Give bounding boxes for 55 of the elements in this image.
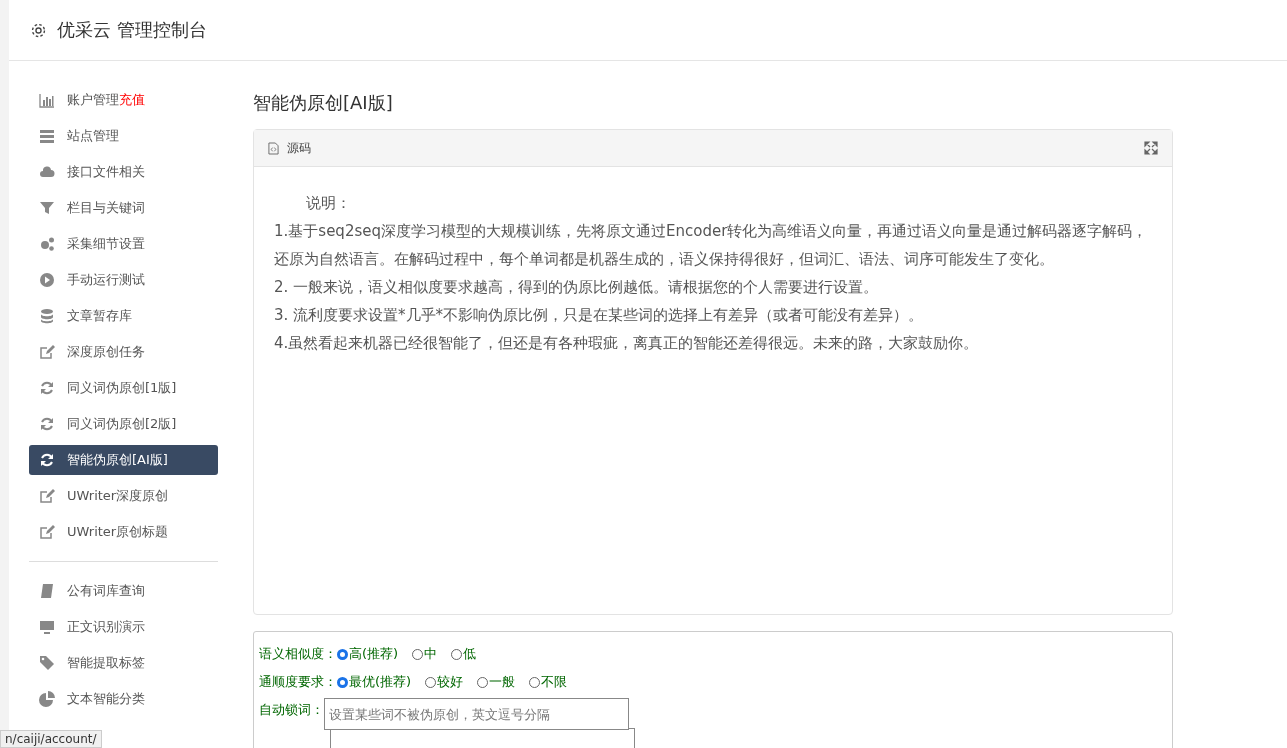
- sidebar-item[interactable]: 手动运行测试: [29, 265, 218, 295]
- description-paragraph: 4.虽然看起来机器已经很智能了，但还是有各种瑕疵，离真正的智能还差得很远。未来的路，大家鼓励你。: [274, 333, 980, 354]
- description-heading: 说明：: [305, 193, 352, 214]
- radio-option[interactable]: 中: [412, 645, 438, 663]
- monitor-icon: [39, 619, 55, 635]
- radio-option[interactable]: 一般: [477, 673, 516, 691]
- panel-title: 源码: [287, 139, 311, 157]
- sidebar-item[interactable]: 账户管理充值: [29, 85, 218, 115]
- option-label: 语义相似度：: [259, 645, 337, 663]
- sidebar-item[interactable]: 采集细节设置: [29, 229, 218, 259]
- sidebar-item[interactable]: 智能提取标签: [29, 648, 218, 678]
- edit-icon: [39, 524, 55, 540]
- refresh-icon: [39, 380, 55, 396]
- sidebar-item[interactable]: 文章暂存库: [29, 301, 218, 331]
- description-paragraph: 2. 一般来说，语义相似度要求越高，得到的伪原比例越低。请根据您的个人需要进行设置。: [274, 277, 880, 298]
- radio-option[interactable]: 较好: [425, 673, 464, 691]
- option-label: 通顺度要求：: [259, 673, 337, 691]
- expand-icon[interactable]: [1144, 141, 1158, 155]
- pie-icon: [39, 691, 55, 707]
- server-icon: [39, 128, 55, 144]
- sidebar-item[interactable]: UWriter深度原创: [29, 481, 218, 511]
- sidebar-item[interactable]: 接口文件相关: [29, 157, 218, 187]
- edit-icon: [39, 344, 55, 360]
- refresh-icon: [39, 416, 55, 432]
- sidebar-item[interactable]: 智能伪原创[AI版]: [29, 445, 218, 475]
- sidebar-item[interactable]: 同义词伪原创[2版]: [29, 409, 218, 439]
- chart-icon: [39, 92, 55, 108]
- sidebar-item[interactable]: 正文识别演示: [29, 612, 218, 642]
- sidebar-item[interactable]: 栏目与关键词: [29, 193, 218, 223]
- radio-option[interactable]: 低: [451, 645, 477, 663]
- radio-option[interactable]: 不限: [529, 673, 568, 691]
- filter-icon: [39, 200, 55, 216]
- database-icon: [39, 308, 55, 324]
- radio-option[interactable]: 高(推荐): [337, 645, 399, 663]
- sidebar-item[interactable]: 站点管理: [29, 121, 218, 151]
- sidebar-item[interactable]: UWriter原创标题: [29, 517, 218, 547]
- page-title: 智能伪原创[AI版]: [253, 91, 394, 115]
- sidebar-item[interactable]: 文本智能分类: [29, 684, 218, 714]
- sidebar-item[interactable]: 同义词伪原创[1版]: [29, 373, 218, 403]
- sidebar-item[interactable]: 深度原创任务: [29, 337, 218, 367]
- radio-option[interactable]: 最优(推荐): [337, 673, 412, 691]
- edit-icon: [39, 488, 55, 504]
- status-url: n/caiji/account/: [0, 730, 102, 748]
- cloud-icon: [39, 164, 55, 180]
- play-icon: [39, 272, 55, 288]
- code-file-icon: [268, 141, 279, 155]
- description-paragraph: 1.基于seq2seq深度学习模型的大规模训练，先将原文通过Encoder转化为高维语义向量，再通过语义向量是通过解码器逐字解码，还原为自然语言。在解码过程中，每个单词都是机器生成的，语义保持得很好，但词汇、语法、词序可能发生了变化。: [274, 221, 1149, 270]
- description-paragraph: 3. 流利度要求设置*几乎*不影响伪原比例，只是在某些词的选择上有差异（或者可能没有差异）。: [274, 305, 925, 326]
- option-label: 自动锁词：: [259, 701, 324, 719]
- console-title: 优采云 管理控制台: [57, 18, 207, 42]
- tag-icon: [39, 655, 55, 671]
- lock-words-field[interactable]: 设置某些词不被伪原创，英文逗号分隔: [324, 698, 629, 730]
- settings-icon: [30, 21, 47, 39]
- sidebar-item[interactable]: 公有词库查询: [29, 576, 218, 606]
- refresh-icon: [39, 452, 55, 468]
